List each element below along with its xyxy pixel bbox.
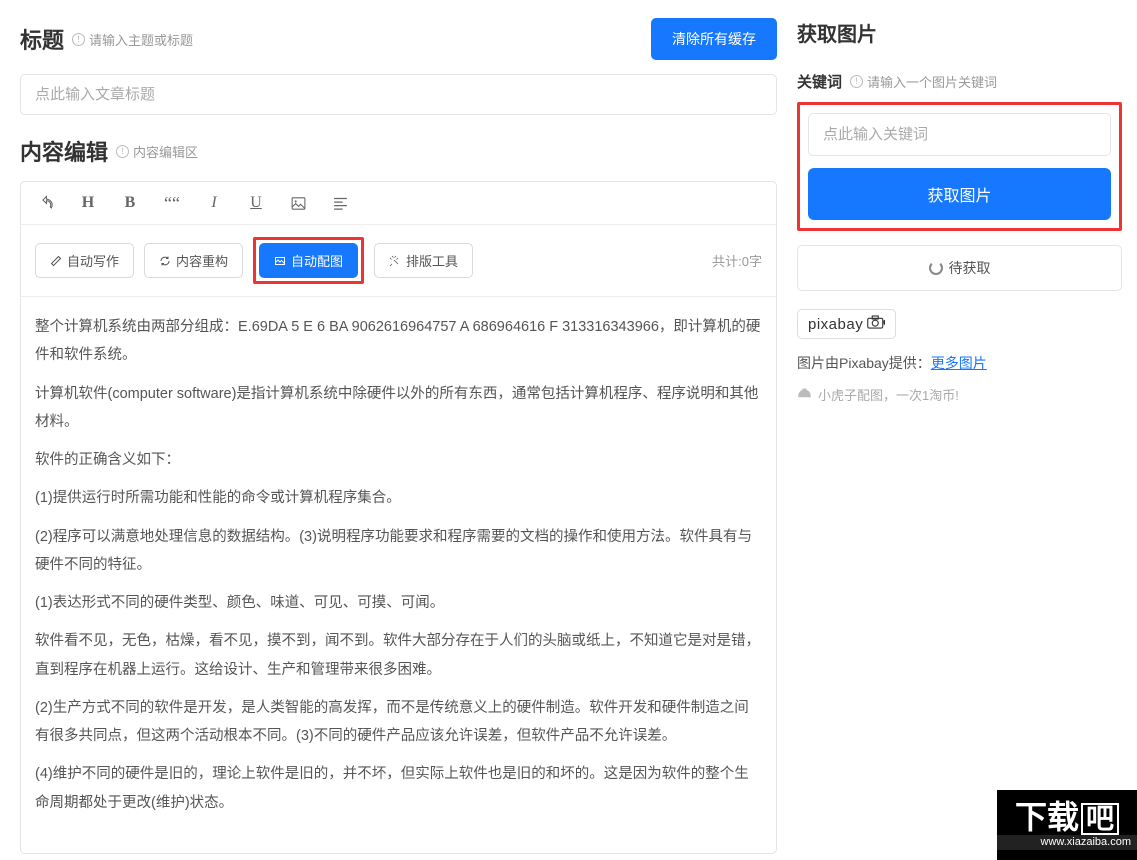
restructure-button[interactable]: 内容重构 — [144, 243, 243, 278]
content-paragraph: (2)生产方式不同的软件是开发，是人类智能的高发挥，而不是传统意义上的硬件制造。… — [35, 694, 762, 751]
auto-image-highlight: 自动配图 — [253, 237, 364, 284]
watermark: 下载吧 www.xiazaiba.com — [997, 790, 1137, 860]
info-icon: ! — [116, 145, 129, 158]
article-title-input[interactable] — [20, 74, 777, 115]
align-icon[interactable] — [329, 192, 351, 214]
title-label: 标题 — [20, 23, 64, 55]
keyword-input[interactable] — [808, 113, 1111, 156]
fetch-image-button[interactable]: 获取图片 — [808, 168, 1111, 220]
info-icon: ! — [72, 33, 85, 46]
more-images-link[interactable]: 更多图片 — [931, 355, 987, 371]
image-icon[interactable] — [287, 192, 309, 214]
sidebar-title: 获取图片 — [797, 18, 1122, 47]
info-icon: ! — [850, 75, 863, 88]
cost-tip: 小虎子配图，一次1淘币! — [797, 385, 1122, 404]
content-paragraph: (1)提供运行时所需功能和性能的命令或计算机程序集合。 — [35, 484, 762, 512]
content-section-header: 内容编辑 ! 内容编辑区 — [20, 135, 777, 167]
editor-box: H B ““ I U 自动写作 内容重构 — [20, 181, 777, 854]
keyword-label: 关键词 — [797, 71, 842, 92]
format-toolbar: H B ““ I U — [21, 182, 776, 225]
content-paragraph: (4)维护不同的硬件是旧的，理论上软件是旧的，并不坏，但实际上软件也是旧的和坏的… — [35, 760, 762, 817]
content-paragraph: (1)表达形式不同的硬件类型、颜色、味道、可见、可摸、可闻。 — [35, 589, 762, 617]
content-paragraph: (2)程序可以满意地处理信息的数据结构。(3)说明程序功能要求和程序需要的文档的… — [35, 523, 762, 580]
clear-cache-button[interactable]: 清除所有缓存 — [651, 18, 777, 60]
bold-icon[interactable]: B — [119, 192, 141, 214]
content-paragraph: 计算机软件(computer software)是指计算机系统中除硬件以外的所有… — [35, 380, 762, 437]
content-hint: ! 内容编辑区 — [116, 142, 198, 161]
char-count: 共计:0字 — [712, 251, 762, 270]
spinner-icon — [929, 261, 943, 275]
image-provided-text: 图片由Pixabay提供：更多图片 — [797, 353, 1122, 373]
title-hint: ! 请输入主题或标题 — [72, 30, 193, 49]
camera-icon — [867, 315, 885, 333]
keyword-highlight-box: 获取图片 — [797, 102, 1122, 231]
layout-tool-button[interactable]: 排版工具 — [374, 243, 473, 278]
content-label: 内容编辑 — [20, 135, 108, 167]
pending-status: 待获取 — [797, 245, 1122, 291]
pixabay-badge: pixabay — [797, 309, 896, 339]
italic-icon[interactable]: I — [203, 192, 225, 214]
editor-content[interactable]: 整个计算机系统由两部分组成：E.69DA 5 E 6 BA 9062616964… — [21, 297, 776, 853]
underline-icon[interactable]: U — [245, 192, 267, 214]
action-toolbar: 自动写作 内容重构 自动配图 排版工具 — [21, 225, 776, 297]
undo-icon[interactable] — [35, 192, 57, 214]
quote-icon[interactable]: ““ — [161, 192, 183, 214]
auto-write-button[interactable]: 自动写作 — [35, 243, 134, 278]
helmet-icon — [797, 387, 812, 403]
content-paragraph: 软件看不见，无色，枯燥，看不见，摸不到，闻不到。软件大部分存在于人们的头脑或纸上… — [35, 627, 762, 684]
content-paragraph: 软件的正确含义如下： — [35, 446, 762, 474]
keyword-hint: ! 请输入一个图片关键词 — [850, 72, 997, 91]
title-section-header: 标题 ! 请输入主题或标题 清除所有缓存 — [20, 18, 777, 60]
heading-icon[interactable]: H — [77, 192, 99, 214]
content-paragraph: 整个计算机系统由两部分组成：E.69DA 5 E 6 BA 9062616964… — [35, 313, 762, 370]
auto-image-button[interactable]: 自动配图 — [259, 243, 358, 278]
